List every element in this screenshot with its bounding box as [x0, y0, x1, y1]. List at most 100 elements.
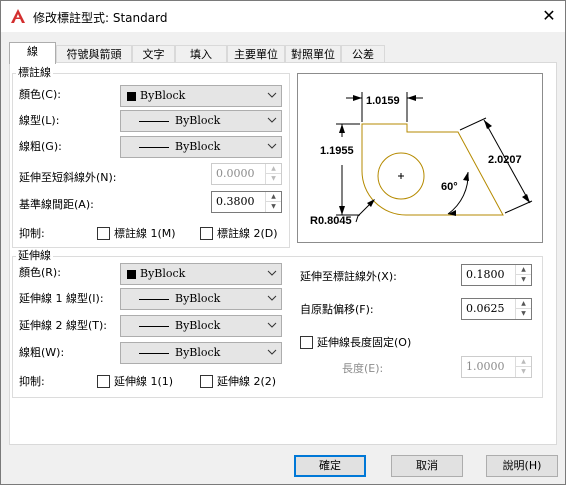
- baseline-spacing-value: 0.3800: [216, 195, 255, 208]
- spinner-buttons: ▲ ▼: [265, 192, 281, 212]
- suppress-dimline2-checkbox[interactable]: 標註線 2(D): [200, 227, 290, 241]
- extension-lines-group-title: 延伸線: [16, 249, 53, 262]
- suppress-dimline1-label: 標註線 1(M): [114, 227, 176, 240]
- fixed-length-checkbox[interactable]: 延伸線長度固定(O): [300, 336, 440, 350]
- spin-up-icon[interactable]: ▲: [266, 192, 281, 202]
- autocad-logo-icon: [11, 9, 25, 23]
- lineweight-sample: [139, 353, 169, 354]
- dimline-lineweight-value: ByBlock: [175, 140, 221, 153]
- baseline-spacing-spinner[interactable]: 0.3800 ▲ ▼: [211, 191, 282, 213]
- help-button[interactable]: 說明(H): [486, 455, 558, 477]
- dimline-linetype-select[interactable]: ByBlock: [120, 110, 282, 132]
- dialog-window: 修改標註型式: Standard ✕ 線 符號與箭頭 文字 填入 主要單位 對照…: [0, 0, 566, 485]
- linetype-sample: [139, 121, 169, 122]
- spin-up-icon[interactable]: ▲: [266, 164, 281, 174]
- spinner-buttons: ▲ ▼: [515, 265, 531, 285]
- dimension-preview-drawing: 1.0159 1.1955 2.0207 60° R0.8045: [310, 92, 533, 227]
- spin-down-icon[interactable]: ▼: [516, 367, 531, 377]
- offset-from-origin-value: 0.0625: [466, 302, 505, 315]
- suppress-extline2-label: 延伸線 2(2): [217, 375, 277, 388]
- extline2-linetype-select[interactable]: ByBlock: [120, 315, 282, 337]
- linetype-sample: [139, 299, 169, 300]
- extline1-linetype-value: ByBlock: [175, 292, 221, 305]
- right-arrow-top: [484, 120, 492, 129]
- chevron-down-icon: [267, 143, 277, 149]
- close-icon[interactable]: ✕: [538, 5, 560, 27]
- tab-symbols-arrows[interactable]: 符號與箭頭: [56, 45, 132, 63]
- tab-text[interactable]: 文字: [132, 45, 175, 63]
- chevron-down-icon: [267, 295, 277, 301]
- checkbox-box: [200, 227, 213, 240]
- extline-color-value: ByBlock: [140, 267, 186, 280]
- tab-fit[interactable]: 填入: [175, 45, 227, 63]
- dimline-lineweight-select[interactable]: ByBlock: [120, 136, 282, 158]
- color-swatch: [127, 270, 136, 279]
- extend-beyond-dimlines-label: 延伸至標註線外(X):: [300, 270, 397, 283]
- spin-up-icon[interactable]: ▲: [516, 357, 531, 367]
- ok-button[interactable]: 確定: [294, 455, 366, 477]
- extline2-linetype-label: 延伸線 2 線型(T):: [19, 319, 107, 332]
- checkbox-box: [97, 375, 110, 388]
- tab-tolerances[interactable]: 公差: [341, 45, 385, 63]
- extline-lineweight-label: 線粗(W):: [19, 346, 65, 359]
- radius-text: R0.8045: [310, 215, 352, 227]
- offset-from-origin-label: 自原點偏移(F):: [300, 303, 374, 316]
- extend-beyond-ticks-spinner[interactable]: 0.0000 ▲ ▼: [211, 163, 282, 185]
- checkbox-box: [300, 336, 313, 349]
- spinner-buttons: ▲ ▼: [515, 299, 531, 319]
- suppress-extline1-checkbox[interactable]: 延伸線 1(1): [97, 375, 187, 389]
- preview-shape-outline: [361, 123, 504, 216]
- spin-down-icon[interactable]: ▼: [266, 202, 281, 212]
- top-arrow-left: [353, 95, 362, 101]
- extend-beyond-ticks-value: 0.0000: [216, 167, 255, 180]
- checkbox-box: [200, 375, 213, 388]
- suppress-dimline1-checkbox[interactable]: 標註線 1(M): [97, 227, 187, 241]
- right-dimension-text: 2.0207: [488, 154, 522, 166]
- title-bar: 修改標註型式: Standard ✕: [1, 1, 565, 32]
- extline-color-label: 顏色(R):: [19, 266, 61, 279]
- chevron-down-icon: [267, 349, 277, 355]
- linetype-sample: [139, 326, 169, 327]
- extline1-linetype-select[interactable]: ByBlock: [120, 288, 282, 310]
- left-arrow-top: [339, 124, 345, 133]
- dimline-color-label: 顏色(C):: [19, 88, 61, 101]
- tab-alternate-units[interactable]: 對照單位: [285, 45, 341, 63]
- chevron-down-icon: [267, 117, 277, 123]
- suppress-extline2-checkbox[interactable]: 延伸線 2(2): [200, 375, 290, 389]
- spinner-buttons: ▲ ▼: [515, 357, 531, 377]
- extend-beyond-ticks-label: 延伸至短斜線外(N):: [19, 171, 117, 184]
- spin-down-icon[interactable]: ▼: [266, 174, 281, 184]
- dimension-lines-group-title: 標註線: [16, 66, 53, 79]
- dimline-suppress-label: 抑制:: [19, 227, 45, 240]
- suppress-extline1-label: 延伸線 1(1): [114, 375, 174, 388]
- extend-beyond-dimlines-spinner[interactable]: 0.1800 ▲ ▼: [461, 264, 532, 286]
- extline-suppress-label: 抑制:: [19, 375, 45, 388]
- dimline-color-select[interactable]: ByBlock: [120, 85, 282, 107]
- extline-color-select[interactable]: ByBlock: [120, 263, 282, 285]
- length-spinner[interactable]: 1.0000 ▲ ▼: [461, 356, 532, 378]
- left-dimension-text: 1.1955: [320, 145, 354, 157]
- chevron-down-icon: [267, 270, 277, 276]
- dimline-color-value: ByBlock: [140, 89, 186, 102]
- cancel-button[interactable]: 取消: [391, 455, 463, 477]
- spin-up-icon[interactable]: ▲: [516, 265, 531, 275]
- spin-down-icon[interactable]: ▼: [516, 275, 531, 285]
- extline-lineweight-value: ByBlock: [175, 346, 221, 359]
- offset-from-origin-spinner[interactable]: 0.0625 ▲ ▼: [461, 298, 532, 320]
- right-arrow-bottom: [522, 194, 530, 203]
- tab-lines[interactable]: 線: [9, 42, 56, 64]
- dimline-linetype-value: ByBlock: [175, 114, 221, 127]
- top-arrow-right: [407, 95, 416, 101]
- spin-up-icon[interactable]: ▲: [516, 299, 531, 309]
- tab-primary-units[interactable]: 主要單位: [227, 45, 285, 63]
- length-label: 長度(E):: [342, 362, 384, 375]
- suppress-dimline2-label: 標註線 2(D): [217, 227, 278, 240]
- spin-down-icon[interactable]: ▼: [516, 309, 531, 319]
- dimline-linetype-label: 線型(L):: [19, 114, 60, 127]
- angle-arrow-top: [463, 172, 469, 181]
- extline-lineweight-select[interactable]: ByBlock: [120, 342, 282, 364]
- preview-center-mark: [398, 173, 404, 179]
- chevron-down-icon: [267, 92, 277, 98]
- left-arrow-bottom: [339, 206, 345, 215]
- top-dimension-text: 1.0159: [366, 95, 400, 107]
